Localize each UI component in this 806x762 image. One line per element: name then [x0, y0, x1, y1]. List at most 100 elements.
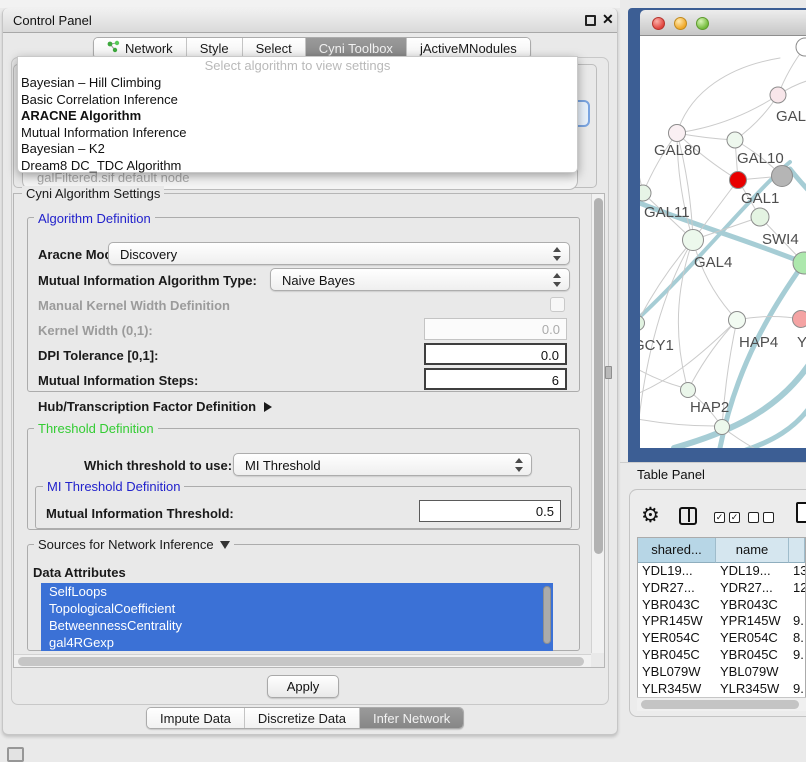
deselect-all-checkboxes-icon[interactable] [748, 512, 774, 523]
network-node-hap2[interactable] [681, 383, 696, 398]
algorithm-option-mutual-information-inference[interactable]: Mutual Information Inference [18, 125, 577, 142]
network-node-label-hap4: HAP4 [739, 334, 778, 351]
sources-title[interactable]: Sources for Network Inference [34, 537, 234, 552]
bottom-tab-impute-data[interactable]: Impute Data [147, 708, 245, 728]
attribute-item-topologicalcoefficient[interactable]: TopologicalCoefficient [41, 600, 553, 617]
dpi-tolerance-field[interactable]: 0.0 [424, 343, 567, 365]
hub-definition-expander[interactable]: Hub/Transcription Factor Definition [38, 399, 272, 414]
table-row[interactable]: YBR043CYBR043C [638, 597, 805, 614]
attributes-scrollbar-thumb[interactable] [543, 586, 551, 644]
table-cell [789, 597, 805, 614]
table-cell: YDL19... [638, 563, 716, 580]
column-header-name[interactable]: name [716, 538, 789, 563]
float-window-icon[interactable] [585, 15, 596, 26]
table-row[interactable]: YPR145WYPR145W9. [638, 613, 805, 630]
algorithm-option-bayesian-hill-climbing[interactable]: Bayesian – Hill Climbing [18, 75, 577, 92]
collapsed-panel-icon[interactable] [7, 747, 24, 762]
network-node-gal4[interactable] [683, 230, 704, 251]
zoom-traffic-light-icon[interactable] [696, 17, 709, 30]
bottom-tab-discretize-data[interactable]: Discretize Data [245, 708, 360, 728]
tab-jactivemnodules-label: jActiveMNodules [420, 41, 517, 56]
table-horizontal-scrollbar-thumb[interactable] [641, 700, 799, 709]
table-row[interactable]: YLR345WYLR345W9. [638, 681, 805, 697]
import-table-icon[interactable] [796, 502, 806, 523]
node-table: shared...name YDL19...YDL19...13YDR27...… [637, 537, 806, 711]
dpi-tolerance-label: DPI Tolerance [0,1]: [38, 348, 158, 363]
tab-cyni-toolbox-label: Cyni Toolbox [319, 41, 393, 56]
network-node-gal1[interactable] [730, 172, 747, 189]
attribute-item-gal4rgexp[interactable]: gal4RGexp [41, 634, 553, 651]
settings-vertical-scrollbar-thumb[interactable] [594, 198, 603, 554]
tab-cyni-toolbox[interactable]: Cyni Toolbox [306, 38, 407, 58]
tab-select[interactable]: Select [243, 38, 306, 58]
table-cell: YPR145W [638, 613, 716, 630]
attribute-item-betweennesscentrality[interactable]: BetweennessCentrality [41, 617, 553, 634]
algorithm-option-bayesian-k2[interactable]: Bayesian – K2 [18, 141, 577, 158]
network-node-gcy1[interactable] [640, 316, 645, 331]
table-panel-separator [620, 462, 806, 463]
algorithm-option-aracne-algorithm[interactable]: ARACNE Algorithm [18, 108, 577, 125]
network-node-node-salmon[interactable] [793, 311, 806, 328]
table-row[interactable]: YDL19...YDL19...13 [638, 563, 805, 580]
network-node-node-top-right[interactable] [796, 38, 806, 56]
select-all-checkboxes-icon[interactable]: ✓ ✓ [714, 512, 740, 523]
network-icon [107, 40, 120, 56]
network-node-gal-partial[interactable] [770, 87, 786, 103]
which-threshold-combo[interactable]: MI Threshold [233, 453, 532, 476]
tab-network[interactable]: Network [94, 38, 187, 58]
control-panel-title: Control Panel [13, 13, 92, 28]
threshold-definition-title: Threshold Definition [34, 421, 158, 436]
network-node-node-gray[interactable] [772, 166, 793, 187]
algorithm-option-dream8-dc-tdc-algorithm[interactable]: Dream8 DC_TDC Algorithm [18, 158, 577, 175]
network-node-node-green[interactable] [793, 252, 806, 274]
attribute-item-selfloops[interactable]: SelfLoops [41, 583, 553, 600]
table-cell: YBR045C [638, 647, 716, 664]
mi-threshold-field[interactable]: 0.5 [419, 500, 561, 522]
network-node-swi4[interactable] [751, 208, 769, 226]
panel-divider-handle[interactable] [605, 366, 612, 379]
gear-icon[interactable]: ⚙ [641, 503, 660, 529]
column-header-shared[interactable]: shared... [638, 538, 716, 563]
settings-horizontal-scrollbar[interactable] [14, 654, 591, 667]
network-edge [640, 418, 715, 426]
network-node-gal80[interactable] [669, 125, 686, 142]
close-traffic-light-icon[interactable] [652, 17, 665, 30]
network-node-hap4[interactable] [729, 312, 746, 329]
tab-jactivemnodules[interactable]: jActiveMNodules [407, 38, 530, 58]
network-node-gal11[interactable] [640, 185, 651, 201]
column-header-col2[interactable] [789, 538, 805, 563]
aracne-mode-combo[interactable]: Discovery [108, 242, 570, 265]
network-node-gal10[interactable] [727, 132, 743, 148]
mi-algorithm-type-combo[interactable]: Naive Bayes [270, 268, 570, 291]
mi-steps-label: Mutual Information Steps: [38, 373, 198, 388]
tab-style-label: Style [200, 41, 229, 56]
settings-horizontal-scrollbar-thumb[interactable] [18, 657, 584, 666]
bottom-tab-infer-network[interactable]: Infer Network [360, 708, 463, 728]
network-node-node-bottom[interactable] [715, 420, 730, 435]
apply-button[interactable]: Apply [267, 675, 339, 698]
table-cell: YER054C [638, 630, 716, 647]
tab-style[interactable]: Style [187, 38, 243, 58]
mi-steps-field[interactable]: 6 [424, 368, 567, 390]
columns-icon[interactable] [679, 507, 697, 525]
table-row[interactable]: YER054CYER054C8. [638, 630, 805, 647]
kernel-width-field[interactable]: 0.0 [424, 318, 567, 340]
settings-vertical-scrollbar[interactable] [591, 194, 604, 653]
algorithm-option-basic-correlation-inference[interactable]: Basic Correlation Inference [18, 92, 577, 109]
hub-definition-label: Hub/Transcription Factor Definition [38, 399, 256, 414]
table-horizontal-scrollbar[interactable] [637, 697, 806, 711]
table-row[interactable]: YBL079WYBL079W [638, 664, 805, 681]
close-icon[interactable]: ✕ [602, 11, 614, 28]
which-threshold-label: Which threshold to use: [84, 458, 232, 473]
minimize-traffic-light-icon[interactable] [674, 17, 687, 30]
network-canvas[interactable]: GALGAL80GAL10GAL1GAL11SWI4GAL4GCY1HAP4YH… [640, 36, 806, 448]
bottom-tabs: Impute DataDiscretize DataInfer Network [146, 707, 464, 729]
network-node-label-swi4: SWI4 [762, 231, 799, 248]
data-attributes-list[interactable]: SelfLoopsTopologicalCoefficientBetweenne… [41, 583, 553, 651]
network-node-label-gal11: GAL11 [644, 204, 690, 221]
manual-kernel-checkbox[interactable] [550, 297, 565, 312]
table-cell: YDR27... [638, 580, 716, 597]
table-row[interactable]: YDR27...YDR27...12 [638, 580, 805, 597]
table-row[interactable]: YBR045CYBR045C9. [638, 647, 805, 664]
network-edge [677, 58, 780, 133]
